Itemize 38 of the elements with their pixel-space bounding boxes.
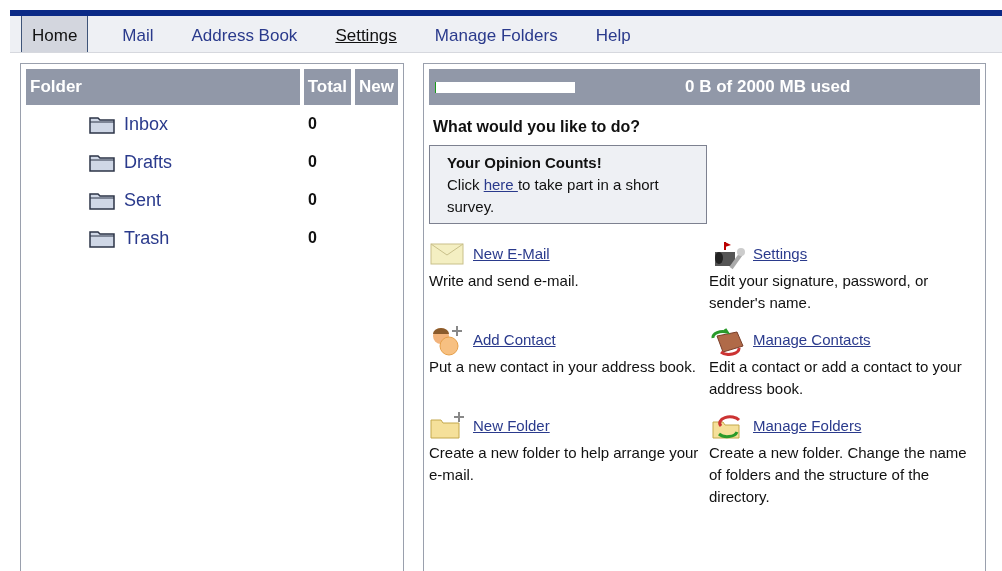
action-link[interactable]: Settings <box>753 243 808 266</box>
folder-icon <box>88 228 116 248</box>
folder-link[interactable]: Drafts <box>124 148 308 176</box>
action-description: Create a new folder to help arrange your e-mail. <box>429 443 700 486</box>
action-description: Write and send e-mail. <box>429 271 580 292</box>
action-description: Edit your signature, password, or sender's name. <box>709 271 930 314</box>
folder-total: 0 <box>308 190 317 210</box>
action-link[interactable]: Add Contact <box>473 329 556 352</box>
folder-icon <box>88 152 116 172</box>
storage-usage-text: 0 B of 2000 MB used <box>685 76 851 99</box>
action-description: Edit a contact or add a contact to your address book. <box>709 357 963 400</box>
folder-icon <box>88 190 116 210</box>
folder-total: 0 <box>308 228 317 248</box>
nav-tab[interactable]: Address Book <box>181 16 308 52</box>
nav-tab[interactable]: Help <box>585 16 641 52</box>
nav-tab[interactable]: Home <box>21 16 89 52</box>
folder-link[interactable]: Trash <box>124 224 308 252</box>
action-link[interactable]: New Folder <box>473 415 550 438</box>
action-description: Put a new contact in your address book. <box>429 357 697 378</box>
survey-title: Your Opinion Counts! <box>447 153 603 173</box>
folder-link[interactable]: Inbox <box>124 110 308 138</box>
column-header: New <box>355 69 398 105</box>
action-description: Create a new folder. Change the name of folders and the structure of the directory. <box>709 443 968 508</box>
folder-icon <box>88 114 116 134</box>
action-link[interactable]: Manage Contacts <box>753 329 871 352</box>
action-link[interactable]: New E-Mail <box>473 243 550 266</box>
nav-tab[interactable]: Mail <box>112 16 164 52</box>
folder-total: 0 <box>308 152 317 172</box>
action-link[interactable]: Manage Folders <box>753 415 862 438</box>
survey-link[interactable]: here <box>483 175 518 193</box>
folder-total: 0 <box>308 114 317 134</box>
survey-text: Click here to take part in a short survey. <box>447 174 660 217</box>
column-header: Folder <box>26 69 300 105</box>
section-heading: What would you like to do? <box>433 118 641 135</box>
nav-tab[interactable]: Settings <box>325 16 407 52</box>
folder-link[interactable]: Sent <box>124 186 308 214</box>
column-header: Total <box>303 69 352 105</box>
nav-tab[interactable]: Manage Folders <box>424 16 568 52</box>
